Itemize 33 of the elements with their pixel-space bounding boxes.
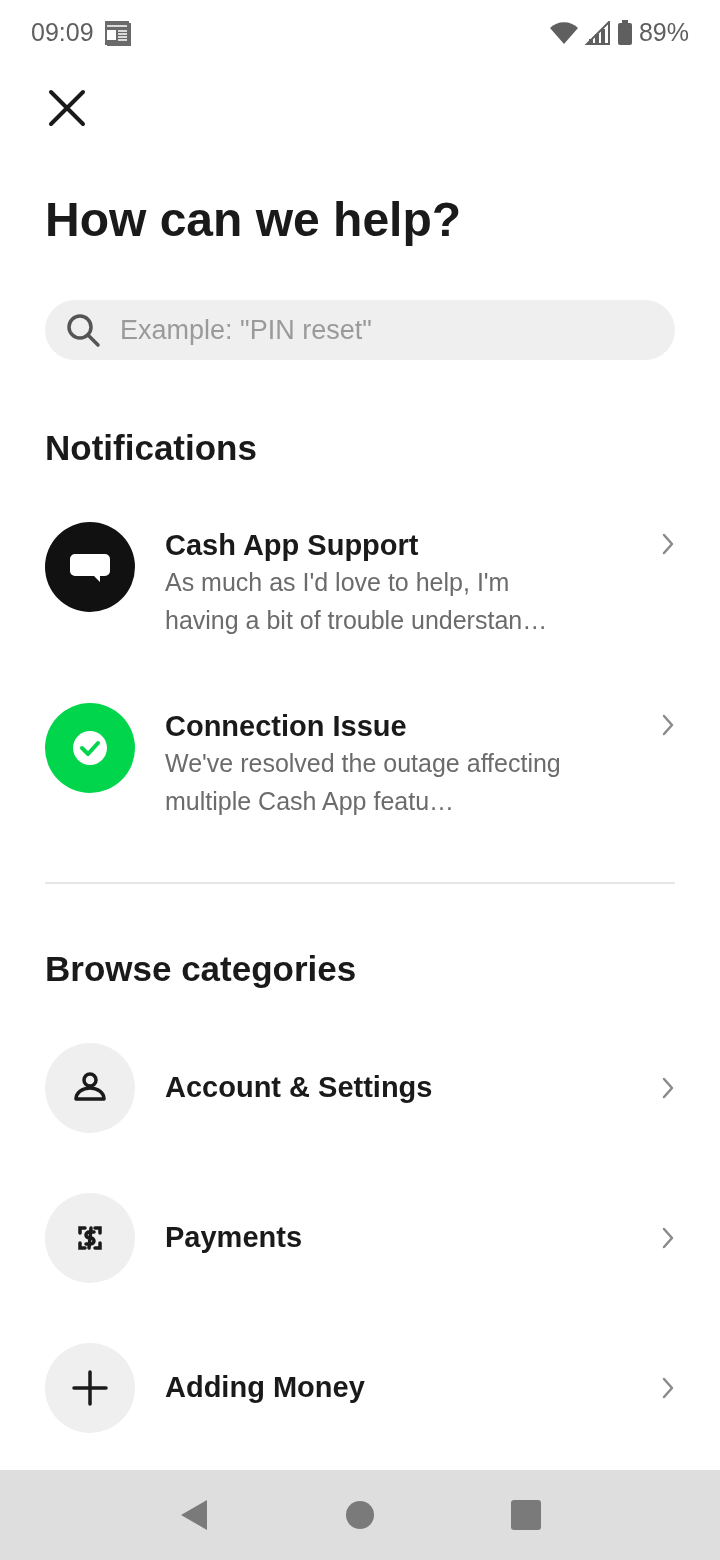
dollar-scan-icon [45,1193,135,1283]
category-label: Account & Settings [165,1070,434,1106]
category-label: Adding Money [165,1370,366,1406]
section-heading: Notifications [45,427,258,469]
notification-row[interactable]: Connection Issue We've resolved the outage affecting multiple Cash App featu… [45,703,675,820]
battery-icon [616,20,633,46]
status-time: 09:09 [31,17,94,49]
search-field[interactable]: Example: "PIN reset" [45,300,675,360]
category-label: Payments [165,1220,303,1256]
signal-icon [584,21,611,45]
chevron-right-icon [661,713,675,737]
notification-message: We've resolved the outage affecting multiple Cash App featu… [165,748,562,817]
chevron-right-icon [661,1076,675,1100]
home-button[interactable] [346,1501,374,1529]
chevron-right-icon [661,1376,675,1400]
plus-icon [45,1343,135,1433]
notification-row[interactable]: Cash App Support As much as I'd love to help, I'm having a bit of trouble understan… [45,522,675,639]
wifi-icon [548,21,579,45]
section-heading: Browse categories [45,948,358,990]
notification-title: Cash App Support [165,528,420,563]
chevron-right-icon [661,532,675,556]
page-title: How can we help? [45,192,463,248]
category-row[interactable]: Account & Settings [45,1043,675,1133]
newspaper-icon [103,20,132,46]
notification-title: Connection Issue [165,709,408,744]
chevron-right-icon [661,1226,675,1250]
category-row[interactable]: Payments [45,1193,675,1283]
recents-button[interactable] [511,1500,542,1530]
category-row[interactable]: Adding Money [45,1343,675,1433]
notification-message: As much as I'd love to help, I'm having a bit of trouble understan… [165,567,549,636]
battery-percent: 89% [638,17,689,49]
person-icon [45,1043,135,1133]
search-icon [65,312,101,348]
